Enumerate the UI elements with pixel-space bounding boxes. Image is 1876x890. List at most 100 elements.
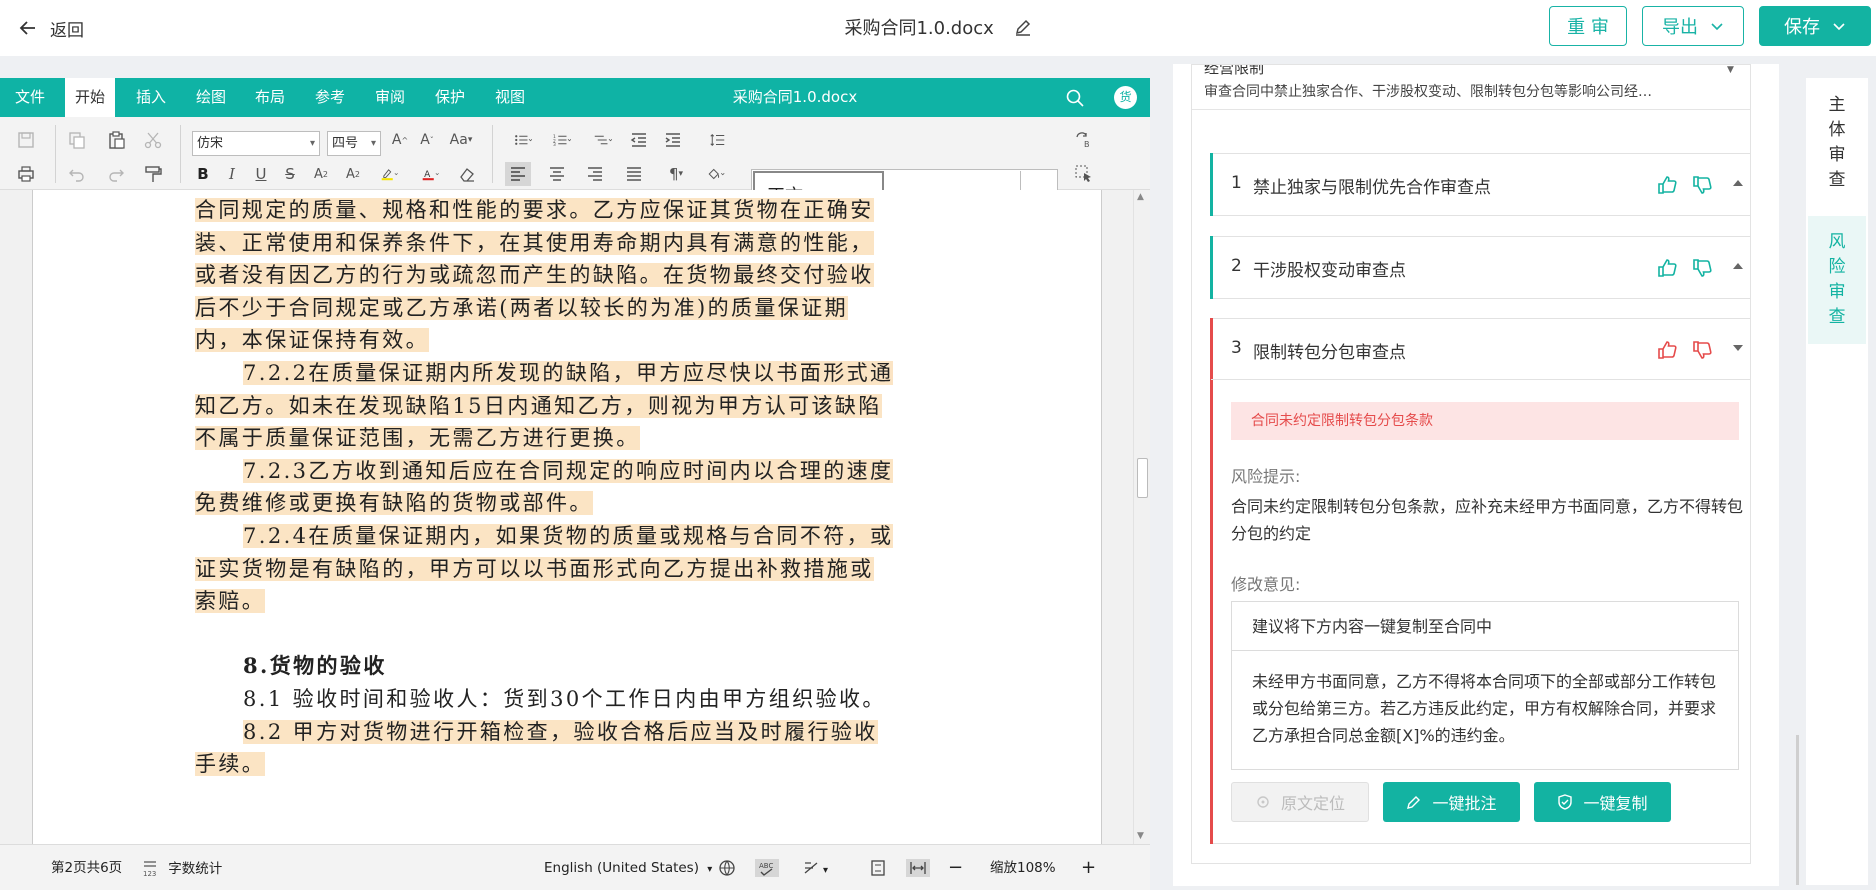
highlight-color-icon[interactable] bbox=[373, 163, 407, 185]
fit-page-icon[interactable] bbox=[869, 859, 887, 877]
tab-risk-review[interactable]: 风险审查 bbox=[1808, 216, 1866, 344]
save-icon[interactable] bbox=[15, 129, 37, 151]
document-line[interactable]: 8.2 甲方对货物进行开箱检查，验收合格后应当及时履行验收 bbox=[195, 716, 878, 749]
document-line[interactable]: 7.2.2在质量保证期内所发现的缺陷，甲方应尽快以书面形式通 bbox=[195, 357, 894, 390]
document-line[interactable]: 后不少于合同规定或乙方承诺(两者以较长的为准)的质量保证期 bbox=[195, 292, 848, 325]
thumbs-down-icon[interactable] bbox=[1691, 257, 1713, 279]
shading-icon[interactable] bbox=[700, 163, 732, 185]
panel-scrollbar[interactable] bbox=[1796, 735, 1799, 885]
vertical-scrollbar[interactable]: ▲ ▼ bbox=[1133, 190, 1150, 844]
grow-font-icon[interactable]: A ^ bbox=[389, 129, 411, 151]
font-size-select[interactable]: 四号 ▾ bbox=[327, 131, 381, 156]
replace-icon[interactable]: B bbox=[1073, 129, 1095, 151]
menu-draw[interactable]: 绘图 bbox=[186, 78, 236, 117]
review-item[interactable]: 1 禁止独家与限制优先合作审查点 bbox=[1210, 153, 1750, 216]
document-line[interactable]: 免费维修或更换有缺陷的货物或部件。 bbox=[195, 487, 835, 520]
document-heading[interactable]: 8.货物的验收 bbox=[195, 650, 835, 683]
document-line[interactable]: 知乙方。如未在发现缺陷15日内通知乙方，则视为甲方认可该缺陷 bbox=[195, 390, 882, 423]
thumbs-up-icon[interactable] bbox=[1656, 257, 1678, 279]
numbered-list-icon[interactable]: 123 bbox=[546, 129, 578, 151]
save-button[interactable]: 保存 bbox=[1759, 6, 1871, 46]
collapse-caret-icon[interactable]: ▼ bbox=[1727, 65, 1734, 75]
document-line[interactable]: 索赔。 bbox=[195, 585, 835, 618]
review-item[interactable]: 2 干涉股权变动审查点 bbox=[1210, 236, 1750, 299]
menu-review[interactable]: 审阅 bbox=[365, 78, 415, 117]
scroll-down-arrow[interactable]: ▼ bbox=[1137, 831, 1144, 841]
document-line[interactable]: 7.2.3乙方收到通知后应在合同规定的响应时间内以合理的速度 bbox=[195, 455, 894, 488]
tab-entity-review[interactable]: 主体审查 bbox=[1808, 92, 1866, 192]
language-icon[interactable] bbox=[718, 859, 736, 877]
document-line[interactable]: 装、正常使用和保养条件下，在其使用寿命期内具有满意的性能， bbox=[195, 227, 874, 260]
document-line[interactable]: 8.1 验收时间和验收人：货到30个工作日内由甲方组织验收。 bbox=[195, 683, 883, 716]
decrease-indent-icon[interactable] bbox=[628, 129, 650, 151]
user-avatar[interactable]: 货 bbox=[1114, 86, 1137, 109]
spellcheck-icon[interactable]: ABC bbox=[755, 859, 779, 877]
line-spacing-icon[interactable] bbox=[703, 129, 735, 151]
document-line[interactable]: 合同规定的质量、规格和性能的要求。乙方应保证其货物在正确安 bbox=[195, 194, 874, 227]
menu-home[interactable]: 开始 bbox=[65, 78, 116, 117]
document-line[interactable]: 或者没有因乙方的行为或疏忽而产生的缺陷。在货物最终交付验收 bbox=[195, 259, 874, 292]
thumbs-down-icon[interactable] bbox=[1691, 174, 1713, 196]
expand-caret-icon[interactable] bbox=[1732, 344, 1744, 352]
menu-references[interactable]: 参考 bbox=[305, 78, 355, 117]
cut-icon[interactable] bbox=[142, 129, 164, 151]
align-left-icon[interactable] bbox=[505, 162, 531, 186]
fit-width-icon[interactable] bbox=[906, 859, 930, 877]
review-item-header[interactable]: 2 干涉股权变动审查点 bbox=[1211, 237, 1750, 298]
select-icon[interactable] bbox=[1073, 163, 1095, 185]
document-line[interactable] bbox=[195, 618, 835, 651]
menu-layout[interactable]: 布局 bbox=[245, 78, 295, 117]
review-item-header[interactable]: 1 禁止独家与限制优先合作审查点 bbox=[1211, 154, 1750, 215]
zoom-out-button[interactable]: − bbox=[948, 859, 963, 877]
thumbs-up-icon[interactable] bbox=[1656, 174, 1678, 196]
format-painter-icon[interactable] bbox=[142, 163, 164, 185]
scrollbar-thumb[interactable] bbox=[1137, 458, 1148, 498]
review-item-expanded[interactable]: 3 限制转包分包审查点 合同未约定限制转包分包条款 风险提示: 合同未约定限制转… bbox=[1210, 318, 1750, 844]
document-line[interactable]: 手续。 bbox=[195, 748, 835, 781]
back-button[interactable]: 返回 bbox=[18, 14, 84, 42]
recheck-button[interactable]: 重 审 bbox=[1549, 6, 1627, 46]
page-indicator[interactable]: 第2页共6页 bbox=[51, 859, 122, 877]
copy-button[interactable]: 一键复制 bbox=[1534, 782, 1671, 822]
document-line[interactable]: 证实货物是有缺陷的，甲方可以以书面形式向乙方提出补救措施或 bbox=[195, 553, 874, 586]
document-line[interactable]: 7.2.4在质量保证期内，如果货物的质量或规格与合同不符，或 bbox=[195, 520, 894, 553]
zoom-in-button[interactable]: + bbox=[1081, 859, 1096, 877]
locate-original-button[interactable]: 原文定位 bbox=[1231, 782, 1369, 822]
collapse-caret-icon[interactable] bbox=[1732, 179, 1744, 187]
increase-indent-icon[interactable] bbox=[662, 129, 684, 151]
menu-protect[interactable]: 保护 bbox=[425, 78, 475, 117]
menu-view[interactable]: 视图 bbox=[485, 78, 535, 117]
language-select[interactable]: English (United States) ▾ bbox=[544, 859, 712, 877]
bold-icon[interactable]: B bbox=[192, 163, 214, 185]
clear-format-icon[interactable] bbox=[456, 163, 478, 185]
align-center-icon[interactable] bbox=[546, 163, 568, 185]
edit-title-icon[interactable] bbox=[1014, 18, 1032, 36]
paste-icon[interactable] bbox=[105, 129, 127, 151]
annotate-button[interactable]: 一键批注 bbox=[1383, 782, 1520, 822]
document-line[interactable]: 不属于质量保证范围，无需乙方进行更换。 bbox=[195, 422, 835, 455]
collapse-caret-icon[interactable] bbox=[1732, 262, 1744, 270]
document-body[interactable]: 合同规定的质量、规格和性能的要求。乙方应保证其货物在正确安 装、正常使用和保养条件… bbox=[195, 194, 894, 781]
paragraph-marks-icon[interactable]: ¶ ▾ bbox=[662, 163, 690, 185]
document-page[interactable]: 合同规定的质量、规格和性能的要求。乙方应保证其货物在正确安 装、正常使用和保养条件… bbox=[32, 190, 1102, 844]
underline-icon[interactable]: U bbox=[250, 163, 272, 185]
copy-icon[interactable] bbox=[66, 129, 88, 151]
redo-icon[interactable] bbox=[105, 163, 127, 185]
shrink-font-icon[interactable]: Aˇ bbox=[416, 129, 438, 151]
superscript-icon[interactable]: A2 bbox=[310, 163, 332, 185]
font-family-select[interactable]: 仿宋 ▾ bbox=[192, 131, 320, 156]
scroll-up-arrow[interactable]: ▲ bbox=[1137, 192, 1144, 202]
print-icon[interactable] bbox=[15, 163, 37, 185]
strikethrough-icon[interactable]: S bbox=[279, 163, 301, 185]
undo-icon[interactable] bbox=[66, 163, 88, 185]
search-icon[interactable] bbox=[1065, 88, 1085, 108]
thumbs-up-icon[interactable] bbox=[1656, 339, 1678, 361]
menu-file[interactable]: 文件 bbox=[5, 78, 55, 117]
bullet-list-icon[interactable] bbox=[507, 129, 539, 151]
italic-icon[interactable]: I bbox=[221, 163, 243, 185]
justify-icon[interactable] bbox=[623, 163, 645, 185]
font-color-icon[interactable]: A bbox=[414, 163, 448, 185]
align-right-icon[interactable] bbox=[584, 163, 606, 185]
thumbs-down-icon[interactable] bbox=[1691, 339, 1713, 361]
subscript-icon[interactable]: A2 bbox=[342, 163, 364, 185]
